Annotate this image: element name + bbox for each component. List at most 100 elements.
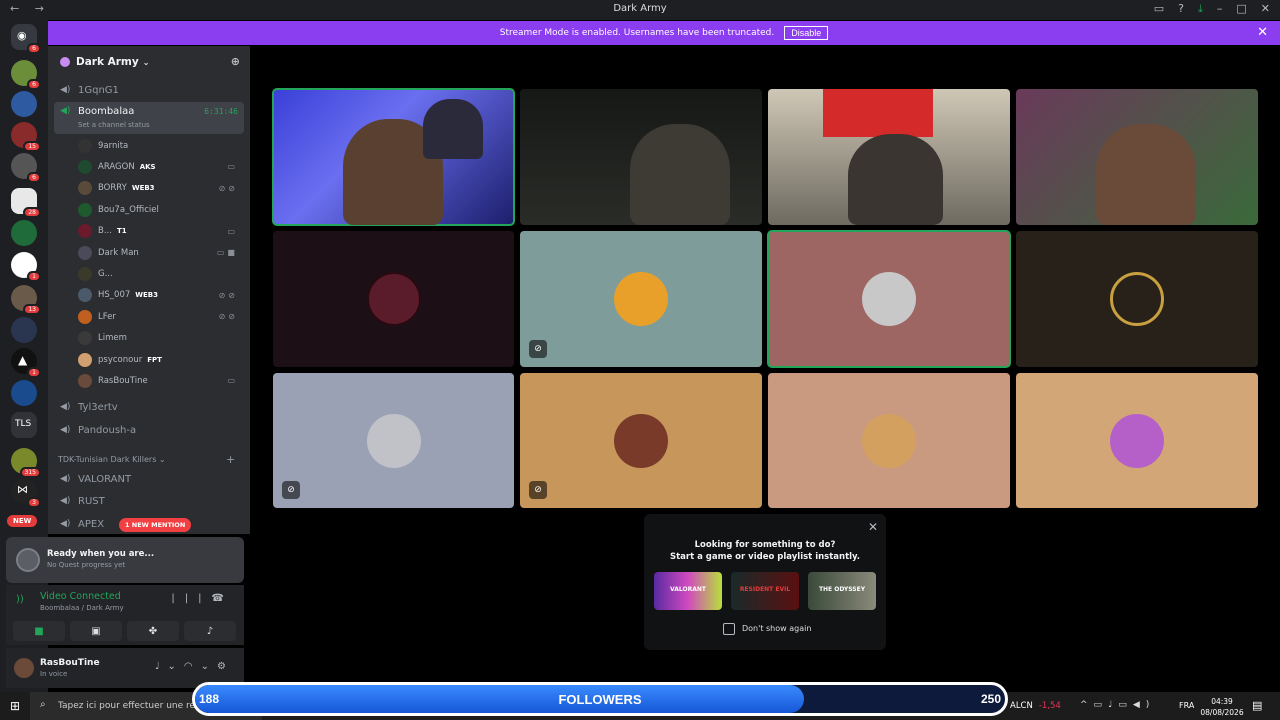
voice-user[interactable]: BORRY WEB3 ⊘⊘ [78, 178, 244, 199]
soundboard-button[interactable]: ♪ [184, 621, 236, 641]
inbox-icon[interactable]: ▭ [1154, 2, 1164, 16]
disconnect-icon[interactable]: ☎ [212, 593, 234, 604]
discord-home-icon[interactable]: ◉ 6 [11, 24, 41, 54]
maximize-icon[interactable]: □ [1236, 2, 1246, 16]
voice-user[interactable]: G... [78, 263, 244, 284]
voice-channel[interactable]: ◀) APEX 1 NEW MENTION [54, 514, 244, 534]
video-tile[interactable]: ⊘ [273, 373, 514, 508]
download-icon[interactable]: ⤓ [1198, 2, 1203, 16]
server-icon-tls[interactable]: TLS [11, 412, 37, 438]
voice-user[interactable]: RasBouTine ▭ [78, 370, 244, 391]
disable-button[interactable]: Disable [784, 26, 829, 40]
quest-card[interactable]: Ready when you are... No Quest progress … [6, 537, 244, 583]
voice-channel[interactable]: ◀) Tyl3ertv [54, 397, 244, 417]
voice-channel[interactable]: ◀) Pandoush-a [54, 420, 244, 440]
voice-user[interactable]: ARAGON AKS ▭ [78, 156, 244, 177]
server-icon[interactable]: 28 [11, 188, 41, 218]
banner-close-icon[interactable]: ✕ [1257, 25, 1268, 40]
dont-show-checkbox[interactable] [723, 623, 735, 635]
channel-sidebar: Dark Army ⌄ ⊕ ◀) 1GqnG1 ◀) Boombalaa 6:3… [48, 46, 250, 534]
followers-label: FOLLOWERS [558, 692, 642, 707]
server-icon[interactable]: 6 [11, 60, 41, 90]
video-tile[interactable] [1016, 231, 1258, 367]
user-name[interactable]: RasBouTine [40, 658, 100, 668]
close-icon[interactable]: ✕ [1261, 2, 1270, 16]
video-tile[interactable] [768, 373, 1010, 508]
headphones-icon[interactable]: ◠⌄ [184, 661, 217, 672]
create-channel-icon[interactable]: + [226, 453, 235, 466]
invite-people-icon[interactable]: ⊕ [231, 55, 240, 68]
activity-thumb-valorant[interactable]: VALORANT [654, 572, 722, 610]
server-icon[interactable]: ▲ 1 [11, 348, 41, 378]
video-tile[interactable] [520, 89, 762, 225]
voice-user[interactable]: Limem [78, 328, 244, 349]
help-icon[interactable]: ? [1178, 2, 1184, 16]
gear-icon[interactable]: ⚙ [217, 661, 234, 672]
voice-location[interactable]: Boombalaa / Dark Army [40, 604, 124, 612]
voice-user[interactable]: 9arnita [78, 135, 244, 156]
mic-icon[interactable]: ♩ [1108, 700, 1118, 710]
channel-category[interactable]: TDK-Tunisian Dark Killers ⌄ + [58, 453, 235, 466]
volume-icon[interactable]: ◀) [1133, 700, 1155, 710]
voice-user[interactable]: psyconour FPT [78, 349, 244, 370]
voice-status[interactable]: Video Connected [40, 591, 121, 602]
close-icon[interactable]: ✕ [868, 520, 878, 534]
video-tile[interactable] [1016, 373, 1258, 508]
voice-user[interactable]: B... T1 ▭ [78, 221, 244, 242]
server-icon[interactable]: 6 [11, 153, 41, 183]
battery-icon[interactable]: ▭ [1118, 700, 1133, 710]
screen-share-button[interactable]: ▣ [70, 621, 122, 641]
stock-ticker[interactable]: ALCN -1,54 [1010, 701, 1061, 711]
avatar[interactable] [14, 658, 34, 678]
server-icon[interactable] [11, 317, 37, 343]
video-tile[interactable] [273, 231, 514, 367]
camera-button[interactable]: ■ [13, 621, 65, 641]
video-tile[interactable] [1016, 89, 1258, 225]
dont-show-label[interactable]: Don't show again [742, 624, 811, 633]
clock[interactable]: 04:39 08/08/2026 [1200, 696, 1244, 718]
quest-title: Ready when you are... [47, 549, 155, 559]
guild-header[interactable]: Dark Army ⌄ ⊕ [48, 46, 250, 78]
server-icon[interactable]: 1 [11, 252, 41, 282]
new-mention-badge[interactable]: 1 NEW MENTION [119, 518, 192, 532]
voice-user[interactable]: LFer ⊘⊘ [78, 306, 244, 327]
server-icon[interactable]: 15 [11, 122, 41, 152]
new-servers-badge[interactable]: NEW [7, 515, 38, 527]
user-tag: FPT [147, 355, 162, 364]
voice-channel[interactable]: ◀) 1GqnG1 [54, 80, 244, 100]
server-icon[interactable] [11, 220, 37, 246]
minimize-icon[interactable]: – [1217, 2, 1223, 16]
video-tile[interactable]: ⊘ [520, 373, 762, 508]
microphone-icon[interactable]: ♩⌄ [155, 661, 184, 672]
voice-user[interactable]: HS_007 WEB3 ⊘⊘ [78, 285, 244, 306]
voice-channel[interactable]: ◀) VALORANT [54, 469, 244, 489]
chevron-up-icon[interactable]: ^ [1080, 700, 1094, 710]
video-tile[interactable] [767, 230, 1011, 368]
notification-icon[interactable]: ▤ [1252, 699, 1262, 712]
activity-thumb-odyssey[interactable]: THE ODYSSEY [808, 572, 876, 610]
voice-user[interactable]: Bou7a_Officiel [78, 199, 244, 220]
server-icon[interactable]: 315 [11, 448, 41, 478]
voice-user[interactable]: Dark Man ▭■ [78, 242, 244, 263]
video-tile[interactable] [272, 88, 515, 226]
network-icon[interactable]: ▭ [1094, 700, 1109, 710]
voice-channel-active[interactable]: ◀) Boombalaa 6:31:46 Set a channel statu… [54, 102, 244, 134]
video-tile[interactable] [768, 89, 1010, 225]
server-icon[interactable]: 13 [11, 285, 41, 315]
activities-button[interactable]: ✤ [127, 621, 179, 641]
video-tile[interactable]: ⊘ [520, 231, 762, 367]
server-icon[interactable] [11, 91, 37, 117]
user-status-icons: ⊘⊘ [218, 290, 238, 300]
channel-name: APEX [78, 518, 105, 530]
activity-thumb-resident-evil[interactable]: RESIDENT EVIL [731, 572, 799, 610]
language-indicator[interactable]: FRA [1179, 701, 1194, 710]
channel-name: RUST [78, 495, 105, 507]
channel-status[interactable]: Set a channel status [78, 121, 150, 129]
signal-icon[interactable]: )) [16, 594, 24, 605]
soundboard-icon: ♪ [206, 625, 214, 637]
windows-start-icon[interactable]: ⊞ [10, 699, 20, 713]
server-icon[interactable] [11, 380, 37, 406]
noise-suppression-icon[interactable]: ||| [171, 593, 211, 604]
voice-channel[interactable]: ◀) RUST [54, 491, 244, 511]
server-icon[interactable]: ⋈ 3 [11, 478, 41, 508]
